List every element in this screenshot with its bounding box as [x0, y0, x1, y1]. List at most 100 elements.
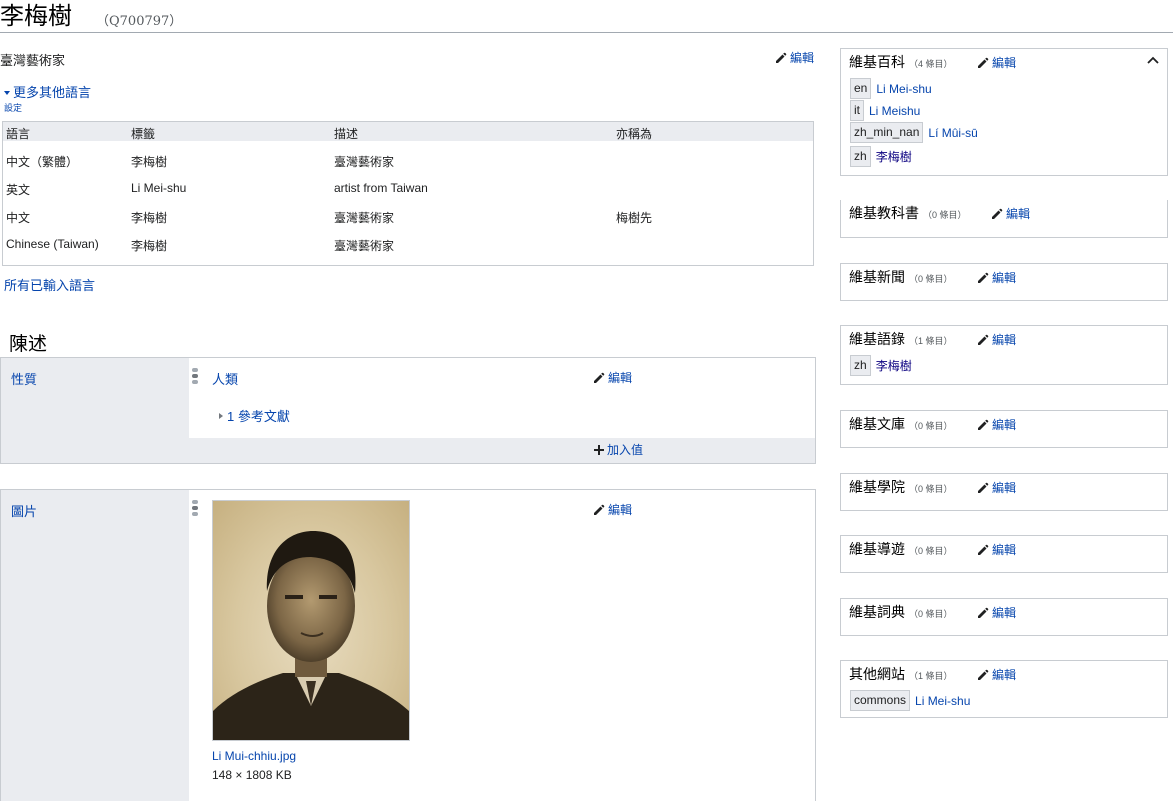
caret-right-icon — [219, 412, 223, 419]
edit-label: 編輯 — [992, 333, 1017, 347]
more-languages-label: 更多其他語言 — [13, 85, 92, 100]
column-header-description: 描述 — [334, 127, 359, 141]
sitelink[interactable]: Li Mei-shu — [876, 82, 931, 96]
sitelink-row: zh_min_nan Lí Mûi-sū — [850, 122, 978, 143]
settings-link[interactable]: 設定 — [4, 101, 22, 114]
statement-group-image: 圖片 Li Mui-chhiu.jpg 148 × 1808 KB 編輯 — [0, 489, 816, 801]
sitelink-group-title: 維基學院 （0 條目） — [849, 479, 953, 495]
page-header: 李梅樹 （Q700797） — [0, 0, 1173, 33]
pencil-icon — [978, 419, 989, 430]
pencil-icon — [978, 607, 989, 618]
site-id-badge: zh_min_nan — [850, 122, 924, 143]
column-header-aliases: 亦稱為 — [616, 127, 653, 141]
pencil-icon — [594, 372, 605, 383]
file-dimensions: 148 × 1808 KB — [212, 768, 292, 782]
sitelinks-wikiversity: 維基學院 （0 條目） 編輯 — [840, 473, 1168, 511]
languages-table: 語言 標籤 描述 亦稱為 中文（繁體） 李梅樹 臺灣藝術家 英文 Li Mei-… — [2, 121, 814, 266]
portrait-image[interactable] — [212, 500, 410, 741]
item-description: 臺灣藝術家 — [0, 53, 66, 68]
property-link[interactable]: 圖片 — [11, 501, 37, 520]
table-header-row: 語言 標籤 描述 亦稱為 — [3, 122, 813, 141]
property-link[interactable]: 性質 — [11, 369, 37, 388]
table-row: 英文 Li Mei-shu artist from Taiwan — [3, 178, 813, 204]
edit-label: 編輯 — [992, 668, 1017, 682]
all-languages-link[interactable]: 所有已輸入語言 — [4, 275, 95, 294]
sitelinks-wikibooks: 維基教科書 （0 條目） 編輯 — [840, 200, 1168, 238]
statements-heading: 陳述 — [9, 334, 48, 355]
statement-group-instance-of: 性質 人類 編輯 1 參考文獻 加入值 — [0, 357, 816, 464]
sitelink[interactable]: Lí Mûi-sū — [928, 126, 977, 140]
pencil-icon — [594, 504, 605, 515]
edit-sitelinks-button[interactable]: 編輯 — [977, 269, 1016, 286]
references-toggle[interactable]: 1 參考文獻 — [219, 406, 290, 425]
value-link[interactable]: 人類 — [212, 369, 238, 388]
sitelink-group-title: 維基語錄 （1 條目） — [849, 331, 953, 347]
rank-selector-icon[interactable] — [191, 500, 199, 516]
sitelink-row: it Li Meishu — [850, 100, 920, 121]
sitelinks-wikiquote: 維基語錄 （1 條目） 編輯 zh 李梅樹 — [840, 325, 1168, 385]
table-row: Chinese (Taiwan) 李梅樹 臺灣藝術家 — [3, 234, 813, 260]
edit-sitelinks-button[interactable]: 編輯 — [977, 479, 1016, 496]
edit-label: 編輯 — [992, 481, 1017, 495]
edit-label: 編輯 — [790, 51, 815, 65]
references-label: 1 參考文獻 — [227, 409, 290, 424]
sitelink-group-title: 維基文庫 （0 條目） — [849, 416, 953, 432]
sitelink[interactable]: Li Meishu — [869, 104, 920, 118]
edit-label: 編輯 — [992, 418, 1017, 432]
entity-id: （Q700797） — [96, 14, 183, 29]
column-header-label: 標籤 — [131, 127, 156, 141]
sitelink[interactable]: 李梅樹 — [876, 148, 912, 165]
more-languages-toggle[interactable]: 更多其他語言 — [4, 82, 91, 101]
statement-body: 人類 編輯 1 參考文獻 — [189, 358, 815, 438]
edit-sitelinks-button[interactable]: 編輯 — [977, 604, 1016, 621]
pencil-icon — [978, 544, 989, 555]
site-id-badge: zh — [850, 146, 871, 167]
edit-statement-button[interactable]: 編輯 — [593, 501, 632, 518]
sitelink[interactable]: Li Mei-shu — [915, 694, 970, 708]
rank-selector-icon[interactable] — [191, 368, 199, 384]
file-name-link[interactable]: Li Mui-chhiu.jpg — [212, 749, 296, 763]
language-cell: Chinese (Taiwan) — [6, 237, 99, 251]
statement-body: Li Mui-chhiu.jpg 148 × 1808 KB 編輯 — [189, 490, 815, 801]
sitelink-row: commons Li Mei-shu — [850, 690, 970, 711]
add-value-button[interactable]: 加入值 — [594, 441, 643, 458]
site-id-badge: it — [850, 100, 864, 121]
edit-label: 編輯 — [992, 271, 1017, 285]
sitelinks-wiktionary: 維基詞典 （0 條目） 編輯 — [840, 598, 1168, 636]
sitelink-group-title: 維基詞典 （0 條目） — [849, 604, 953, 620]
caret-down-icon — [4, 90, 10, 95]
sitelink-group-title: 維基導遊 （0 條目） — [849, 541, 953, 557]
sitelinks-wikivoyage: 維基導遊 （0 條目） 編輯 — [840, 535, 1168, 573]
sitelink[interactable]: 李梅樹 — [876, 357, 912, 374]
site-id-badge: zh — [850, 355, 871, 376]
edit-sitelinks-button[interactable]: 編輯 — [991, 205, 1030, 222]
edit-sitelinks-button[interactable]: 編輯 — [977, 416, 1016, 433]
edit-statement-button[interactable]: 編輯 — [593, 369, 632, 386]
sitelink-row: zh 李梅樹 — [850, 355, 912, 376]
edit-sitelinks-button[interactable]: 編輯 — [977, 331, 1016, 348]
page-title: 李梅樹 — [0, 2, 72, 30]
label-cell: Li Mei-shu — [131, 181, 187, 195]
edit-label: 編輯 — [1006, 207, 1031, 221]
table-row: 中文 李梅樹 臺灣藝術家 梅樹先 — [3, 206, 813, 232]
edit-sitelinks-button[interactable]: 編輯 — [977, 54, 1016, 71]
add-value-label: 加入值 — [607, 443, 644, 457]
table-row: 中文（繁體） 李梅樹 臺灣藝術家 — [3, 150, 813, 176]
language-cell: 英文 — [6, 183, 31, 197]
sitelink-group-title: 其他網站 （1 條目） — [849, 666, 953, 682]
sitelinks-wikinews: 維基新聞 （0 條目） 編輯 — [840, 263, 1168, 301]
edit-label: 編輯 — [608, 371, 633, 385]
pencil-icon — [978, 57, 989, 68]
description-cell: 臺灣藝術家 — [334, 239, 395, 253]
portrait-illustration — [213, 531, 409, 740]
pencil-icon — [776, 52, 787, 63]
chevron-up-icon[interactable] — [1147, 55, 1159, 65]
edit-sitelinks-button[interactable]: 編輯 — [977, 541, 1016, 558]
edit-description-button[interactable]: 編輯 — [775, 49, 814, 66]
description-cell: artist from Taiwan — [334, 181, 428, 195]
site-id-badge: en — [850, 78, 872, 99]
edit-sitelinks-button[interactable]: 編輯 — [977, 666, 1016, 683]
sitelink-group-title: 維基教科書 （0 條目） — [849, 205, 967, 221]
sitelinks-wikipedia: 維基百科 （4 條目） 編輯 en Li Mei-shu it Li Meishu… — [840, 48, 1168, 176]
edit-label: 編輯 — [992, 56, 1017, 70]
